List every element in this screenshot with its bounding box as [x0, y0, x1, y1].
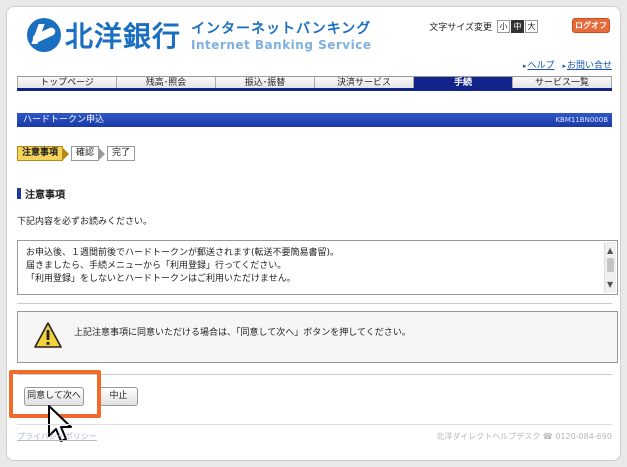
- screen-id: KBM11BN000B: [555, 116, 608, 124]
- page-title-bar: ハードトークン申込 KBM11BN000B: [17, 113, 612, 127]
- bank-logo[interactable]: 北洋銀行 インターネットバンキング Internet Banking Servi…: [27, 17, 372, 53]
- nav-item-payment[interactable]: 決済サービス: [315, 77, 414, 88]
- step-indicator: 注意事項 確認 完了: [17, 146, 143, 161]
- nav-item-top[interactable]: トップページ: [17, 77, 117, 88]
- bank-name: 北洋銀行: [65, 20, 182, 53]
- nav-item-balance[interactable]: 残高･照会: [117, 77, 216, 88]
- helpdesk-info: 北洋ダイレクトヘルプデスク ☎ 0120-084-690: [436, 432, 612, 441]
- scroll-thumb[interactable]: [607, 258, 614, 272]
- divider: [17, 424, 612, 425]
- warning-box: 上記注意事項に同意いただける場合は、「同意して次へ」ボタンを押してください。: [17, 311, 618, 363]
- service-name-jp: インターネットバンキング: [191, 21, 372, 37]
- font-size-medium-button[interactable]: 中: [511, 20, 524, 33]
- service-name: インターネットバンキング Internet Banking Service: [191, 18, 371, 52]
- section-heading-text: 注意事項: [25, 190, 65, 201]
- warning-text: 上記注意事項に同意いただける場合は、「同意して次へ」ボタンを押してください。: [74, 328, 411, 338]
- warning-icon: [34, 322, 62, 348]
- help-link[interactable]: ヘルプ: [523, 58, 554, 71]
- main-nav: トップページ 残高･照会 振込･振替 決済サービス 手続 サービス一覧: [17, 76, 612, 91]
- step-notice: 注意事項: [17, 146, 70, 161]
- divider: [17, 303, 612, 304]
- divider: [17, 374, 612, 375]
- nav-item-services[interactable]: サービス一覧: [513, 77, 612, 88]
- page-title: ハードトークン申込: [23, 115, 105, 125]
- logout-button[interactable]: ログオフ: [572, 18, 610, 33]
- notice-line: 届きましたら、手続メニューから「利用登録」行ってください。: [26, 261, 287, 271]
- contact-link[interactable]: お問い合せ: [562, 58, 612, 71]
- nav-item-procedures[interactable]: 手続: [414, 77, 513, 88]
- browser-frame: 北洋銀行 インターネットバンキング Internet Banking Servi…: [6, 6, 621, 461]
- service-name-en: Internet Banking Service: [191, 38, 372, 52]
- scroll-up-icon[interactable]: ▲: [607, 244, 613, 257]
- font-size-large-button[interactable]: 大: [525, 20, 538, 33]
- section-heading: 注意事項: [17, 186, 65, 201]
- font-size-selector: 文字サイズ変更 小 中 大: [429, 20, 538, 33]
- scroll-down-icon[interactable]: ▼: [607, 278, 613, 291]
- font-size-label: 文字サイズ変更: [429, 23, 492, 33]
- notice-scrollbar[interactable]: ▲ ▼: [604, 242, 616, 293]
- notice-line: お申込後、１週間前後でハードトークンが郵送されます(転送不要簡易書留)。: [26, 248, 340, 258]
- notice-line: 「利用登録」をしないとハードトークンはご利用いただけません。: [26, 274, 296, 284]
- bank-logo-icon: [27, 18, 61, 52]
- cancel-button[interactable]: 中止: [99, 387, 138, 406]
- notice-textbox[interactable]: お申込後、１週間前後でハードトークンが郵送されます(転送不要簡易書留)。 届きま…: [17, 240, 618, 295]
- step-confirm: 確認: [71, 146, 106, 161]
- font-size-small-button[interactable]: 小: [497, 20, 510, 33]
- nav-item-transfer[interactable]: 振込･振替: [216, 77, 315, 88]
- step-complete: 完了: [107, 146, 136, 161]
- help-links: ヘルプ お問い合せ: [523, 58, 612, 71]
- privacy-policy-link[interactable]: プライバシーポリシー: [17, 431, 97, 442]
- intro-text: 下記内容を必ずお読みください。: [17, 217, 153, 227]
- section-marker: [17, 188, 21, 199]
